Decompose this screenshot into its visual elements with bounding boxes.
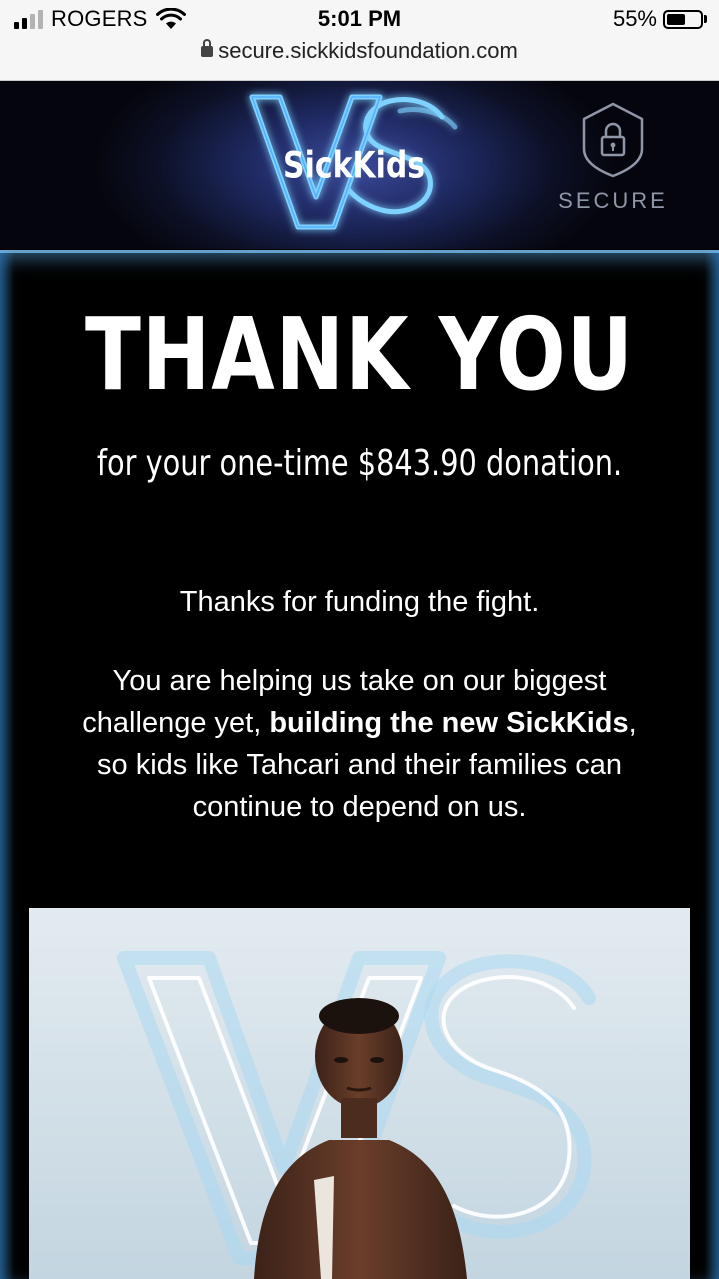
battery-percent: 55% [612,6,657,31]
logo-text: SickKids [283,144,425,187]
hero-image [29,908,690,1279]
status-bar: ROGERS 5:01 PM 55% secure.sickkidsfounda… [0,0,719,81]
site-header: SickKids SECURE [0,81,719,249]
neon-vs-photo [29,908,690,1279]
address-bar[interactable]: secure.sickkidsfoundation.com [0,38,719,64]
secure-badge: SECURE [548,101,678,214]
clock: 5:01 PM [317,6,402,31]
shield-lock-icon [582,102,644,178]
secure-label: SECURE [558,188,668,213]
donation-summary: for your one-time $843.90 donation. [96,443,623,484]
battery-icon [663,9,703,29]
impact-highlight: building the new SickKids [269,707,629,739]
thanks-message: Thanks for funding the fight. [179,586,540,618]
url-text: secure.sickkidsfoundation.com [218,38,518,63]
page-title: THANK YOU [85,296,634,413]
status-right: 55% [613,6,707,32]
impact-message: You are helping us take on our biggest c… [82,665,637,823]
lock-icon [201,39,214,57]
sickkids-vs-logo[interactable]: SickKids [230,87,480,245]
